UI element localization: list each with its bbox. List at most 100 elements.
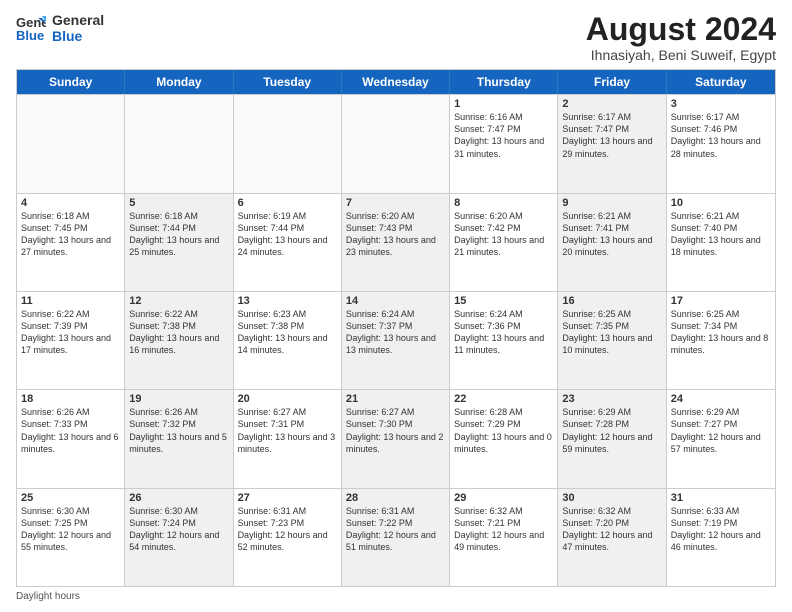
svg-text:Blue: Blue bbox=[16, 28, 44, 42]
calendar-cell: 26Sunrise: 6:30 AM Sunset: 7:24 PM Dayli… bbox=[125, 489, 233, 586]
day-number: 13 bbox=[238, 295, 337, 307]
page: General Blue General Blue August 2024 Ih… bbox=[0, 0, 792, 612]
day-content: Sunrise: 6:18 AM Sunset: 7:45 PM Dayligh… bbox=[21, 210, 120, 259]
day-number: 16 bbox=[562, 295, 661, 307]
day-content: Sunrise: 6:19 AM Sunset: 7:44 PM Dayligh… bbox=[238, 210, 337, 259]
day-content: Sunrise: 6:33 AM Sunset: 7:19 PM Dayligh… bbox=[671, 505, 771, 554]
day-number: 8 bbox=[454, 197, 553, 209]
page-title: August 2024 bbox=[586, 12, 776, 47]
day-number: 15 bbox=[454, 295, 553, 307]
day-content: Sunrise: 6:24 AM Sunset: 7:36 PM Dayligh… bbox=[454, 308, 553, 357]
calendar-cell bbox=[17, 95, 125, 192]
calendar-cell: 12Sunrise: 6:22 AM Sunset: 7:38 PM Dayli… bbox=[125, 292, 233, 389]
calendar-cell: 6Sunrise: 6:19 AM Sunset: 7:44 PM Daylig… bbox=[234, 194, 342, 291]
calendar-cell: 18Sunrise: 6:26 AM Sunset: 7:33 PM Dayli… bbox=[17, 390, 125, 487]
day-number: 10 bbox=[671, 197, 771, 209]
day-content: Sunrise: 6:20 AM Sunset: 7:42 PM Dayligh… bbox=[454, 210, 553, 259]
calendar-cell: 4Sunrise: 6:18 AM Sunset: 7:45 PM Daylig… bbox=[17, 194, 125, 291]
day-number: 25 bbox=[21, 492, 120, 504]
day-content: Sunrise: 6:22 AM Sunset: 7:38 PM Dayligh… bbox=[129, 308, 228, 357]
calendar-cell: 16Sunrise: 6:25 AM Sunset: 7:35 PM Dayli… bbox=[558, 292, 666, 389]
day-content: Sunrise: 6:17 AM Sunset: 7:46 PM Dayligh… bbox=[671, 111, 771, 160]
day-content: Sunrise: 6:32 AM Sunset: 7:20 PM Dayligh… bbox=[562, 505, 661, 554]
day-content: Sunrise: 6:30 AM Sunset: 7:25 PM Dayligh… bbox=[21, 505, 120, 554]
day-number: 5 bbox=[129, 197, 228, 209]
calendar-week: 1Sunrise: 6:16 AM Sunset: 7:47 PM Daylig… bbox=[17, 94, 775, 192]
calendar-body: 1Sunrise: 6:16 AM Sunset: 7:47 PM Daylig… bbox=[17, 94, 775, 586]
day-content: Sunrise: 6:22 AM Sunset: 7:39 PM Dayligh… bbox=[21, 308, 120, 357]
calendar-day-header: Wednesday bbox=[342, 70, 450, 94]
calendar-header: SundayMondayTuesdayWednesdayThursdayFrid… bbox=[17, 70, 775, 94]
day-content: Sunrise: 6:21 AM Sunset: 7:40 PM Dayligh… bbox=[671, 210, 771, 259]
calendar-cell: 22Sunrise: 6:28 AM Sunset: 7:29 PM Dayli… bbox=[450, 390, 558, 487]
day-number: 9 bbox=[562, 197, 661, 209]
day-content: Sunrise: 6:31 AM Sunset: 7:22 PM Dayligh… bbox=[346, 505, 445, 554]
calendar-cell: 11Sunrise: 6:22 AM Sunset: 7:39 PM Dayli… bbox=[17, 292, 125, 389]
day-content: Sunrise: 6:20 AM Sunset: 7:43 PM Dayligh… bbox=[346, 210, 445, 259]
day-content: Sunrise: 6:24 AM Sunset: 7:37 PM Dayligh… bbox=[346, 308, 445, 357]
day-number: 20 bbox=[238, 393, 337, 405]
calendar-cell bbox=[234, 95, 342, 192]
day-number: 14 bbox=[346, 295, 445, 307]
day-number: 1 bbox=[454, 98, 553, 110]
calendar-day-header: Saturday bbox=[667, 70, 775, 94]
page-subtitle: Ihnasiyah, Beni Suweif, Egypt bbox=[586, 47, 776, 63]
calendar-cell: 24Sunrise: 6:29 AM Sunset: 7:27 PM Dayli… bbox=[667, 390, 775, 487]
calendar-cell: 19Sunrise: 6:26 AM Sunset: 7:32 PM Dayli… bbox=[125, 390, 233, 487]
calendar: SundayMondayTuesdayWednesdayThursdayFrid… bbox=[16, 69, 776, 587]
calendar-cell: 1Sunrise: 6:16 AM Sunset: 7:47 PM Daylig… bbox=[450, 95, 558, 192]
calendar-day-header: Friday bbox=[558, 70, 666, 94]
calendar-cell: 23Sunrise: 6:29 AM Sunset: 7:28 PM Dayli… bbox=[558, 390, 666, 487]
day-content: Sunrise: 6:23 AM Sunset: 7:38 PM Dayligh… bbox=[238, 308, 337, 357]
day-number: 28 bbox=[346, 492, 445, 504]
calendar-cell: 5Sunrise: 6:18 AM Sunset: 7:44 PM Daylig… bbox=[125, 194, 233, 291]
day-content: Sunrise: 6:16 AM Sunset: 7:47 PM Dayligh… bbox=[454, 111, 553, 160]
day-number: 6 bbox=[238, 197, 337, 209]
logo-general: General bbox=[52, 12, 104, 28]
calendar-cell: 10Sunrise: 6:21 AM Sunset: 7:40 PM Dayli… bbox=[667, 194, 775, 291]
day-number: 31 bbox=[671, 492, 771, 504]
day-content: Sunrise: 6:18 AM Sunset: 7:44 PM Dayligh… bbox=[129, 210, 228, 259]
calendar-week: 4Sunrise: 6:18 AM Sunset: 7:45 PM Daylig… bbox=[17, 193, 775, 291]
calendar-cell: 30Sunrise: 6:32 AM Sunset: 7:20 PM Dayli… bbox=[558, 489, 666, 586]
day-number: 17 bbox=[671, 295, 771, 307]
day-number: 19 bbox=[129, 393, 228, 405]
calendar-cell: 7Sunrise: 6:20 AM Sunset: 7:43 PM Daylig… bbox=[342, 194, 450, 291]
calendar-week: 25Sunrise: 6:30 AM Sunset: 7:25 PM Dayli… bbox=[17, 488, 775, 586]
day-number: 30 bbox=[562, 492, 661, 504]
day-number: 3 bbox=[671, 98, 771, 110]
day-content: Sunrise: 6:27 AM Sunset: 7:30 PM Dayligh… bbox=[346, 406, 445, 455]
logo: General Blue General Blue bbox=[16, 12, 104, 44]
day-content: Sunrise: 6:32 AM Sunset: 7:21 PM Dayligh… bbox=[454, 505, 553, 554]
calendar-cell: 27Sunrise: 6:31 AM Sunset: 7:23 PM Dayli… bbox=[234, 489, 342, 586]
day-number: 21 bbox=[346, 393, 445, 405]
footer-label: Daylight hours bbox=[16, 591, 80, 602]
calendar-day-header: Tuesday bbox=[234, 70, 342, 94]
calendar-cell: 15Sunrise: 6:24 AM Sunset: 7:36 PM Dayli… bbox=[450, 292, 558, 389]
day-number: 18 bbox=[21, 393, 120, 405]
day-content: Sunrise: 6:25 AM Sunset: 7:34 PM Dayligh… bbox=[671, 308, 771, 357]
calendar-cell: 25Sunrise: 6:30 AM Sunset: 7:25 PM Dayli… bbox=[17, 489, 125, 586]
calendar-cell bbox=[342, 95, 450, 192]
day-content: Sunrise: 6:26 AM Sunset: 7:33 PM Dayligh… bbox=[21, 406, 120, 455]
calendar-cell: 9Sunrise: 6:21 AM Sunset: 7:41 PM Daylig… bbox=[558, 194, 666, 291]
title-block: August 2024 Ihnasiyah, Beni Suweif, Egyp… bbox=[586, 12, 776, 63]
day-number: 2 bbox=[562, 98, 661, 110]
day-number: 23 bbox=[562, 393, 661, 405]
day-number: 12 bbox=[129, 295, 228, 307]
calendar-cell: 2Sunrise: 6:17 AM Sunset: 7:47 PM Daylig… bbox=[558, 95, 666, 192]
calendar-cell: 13Sunrise: 6:23 AM Sunset: 7:38 PM Dayli… bbox=[234, 292, 342, 389]
calendar-cell: 31Sunrise: 6:33 AM Sunset: 7:19 PM Dayli… bbox=[667, 489, 775, 586]
logo-icon: General Blue bbox=[16, 14, 46, 42]
day-number: 27 bbox=[238, 492, 337, 504]
calendar-cell bbox=[125, 95, 233, 192]
calendar-cell: 29Sunrise: 6:32 AM Sunset: 7:21 PM Dayli… bbox=[450, 489, 558, 586]
calendar-cell: 20Sunrise: 6:27 AM Sunset: 7:31 PM Dayli… bbox=[234, 390, 342, 487]
day-content: Sunrise: 6:29 AM Sunset: 7:28 PM Dayligh… bbox=[562, 406, 661, 455]
header: General Blue General Blue August 2024 Ih… bbox=[16, 12, 776, 63]
calendar-week: 11Sunrise: 6:22 AM Sunset: 7:39 PM Dayli… bbox=[17, 291, 775, 389]
day-content: Sunrise: 6:26 AM Sunset: 7:32 PM Dayligh… bbox=[129, 406, 228, 455]
day-number: 4 bbox=[21, 197, 120, 209]
day-content: Sunrise: 6:30 AM Sunset: 7:24 PM Dayligh… bbox=[129, 505, 228, 554]
calendar-cell: 8Sunrise: 6:20 AM Sunset: 7:42 PM Daylig… bbox=[450, 194, 558, 291]
